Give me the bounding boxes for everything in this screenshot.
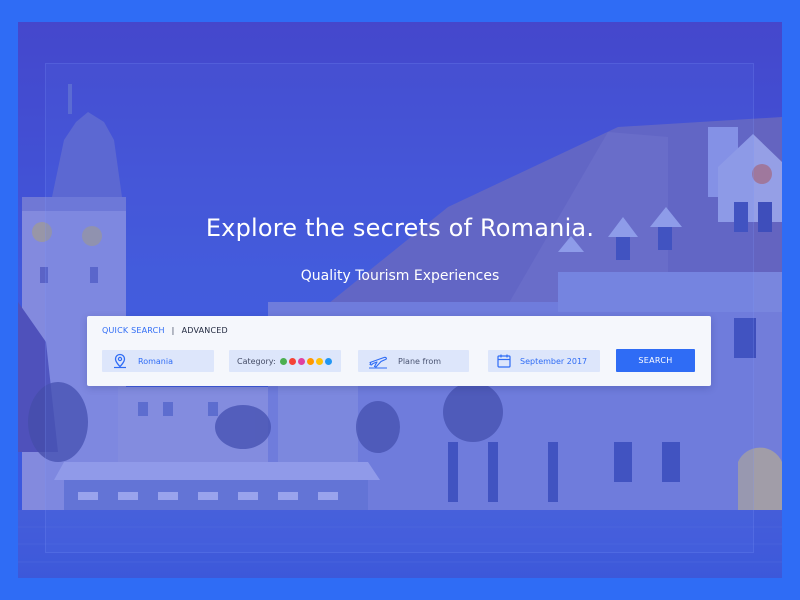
- tab-quick-search[interactable]: QUICK SEARCH: [102, 326, 165, 335]
- search-panel: QUICK SEARCH | ADVANCED Romania Category…: [87, 316, 711, 386]
- search-button[interactable]: SEARCH: [616, 349, 695, 372]
- calendar-icon: [488, 353, 520, 369]
- location-value: Romania: [138, 356, 173, 366]
- category-dot[interactable]: [315, 357, 323, 365]
- plane-from-field[interactable]: Plane from: [358, 350, 469, 372]
- date-value: September 2017: [520, 356, 588, 366]
- search-tabs: QUICK SEARCH | ADVANCED: [102, 326, 228, 335]
- plane-from-placeholder: Plane from: [398, 356, 442, 366]
- tab-advanced[interactable]: ADVANCED: [182, 326, 228, 335]
- category-dot[interactable]: [288, 357, 296, 365]
- category-dot[interactable]: [297, 357, 305, 365]
- hero-background: [18, 22, 782, 578]
- date-field[interactable]: September 2017: [488, 350, 600, 372]
- category-label: Category:: [237, 356, 276, 366]
- category-color-dots: [279, 357, 334, 365]
- category-dot[interactable]: [324, 357, 332, 365]
- location-field[interactable]: Romania: [102, 350, 214, 372]
- tab-separator: |: [171, 326, 175, 335]
- map-pin-icon: [102, 353, 138, 369]
- hero-title: Explore the secrets of Romania.: [205, 214, 595, 242]
- category-dot[interactable]: [279, 357, 287, 365]
- airplane-icon: [358, 353, 398, 369]
- hero-subtitle: Quality Tourism Experiences: [300, 268, 500, 284]
- hero-overlay-panel: [45, 63, 754, 553]
- category-dot[interactable]: [306, 357, 314, 365]
- category-field[interactable]: Category:: [229, 350, 341, 372]
